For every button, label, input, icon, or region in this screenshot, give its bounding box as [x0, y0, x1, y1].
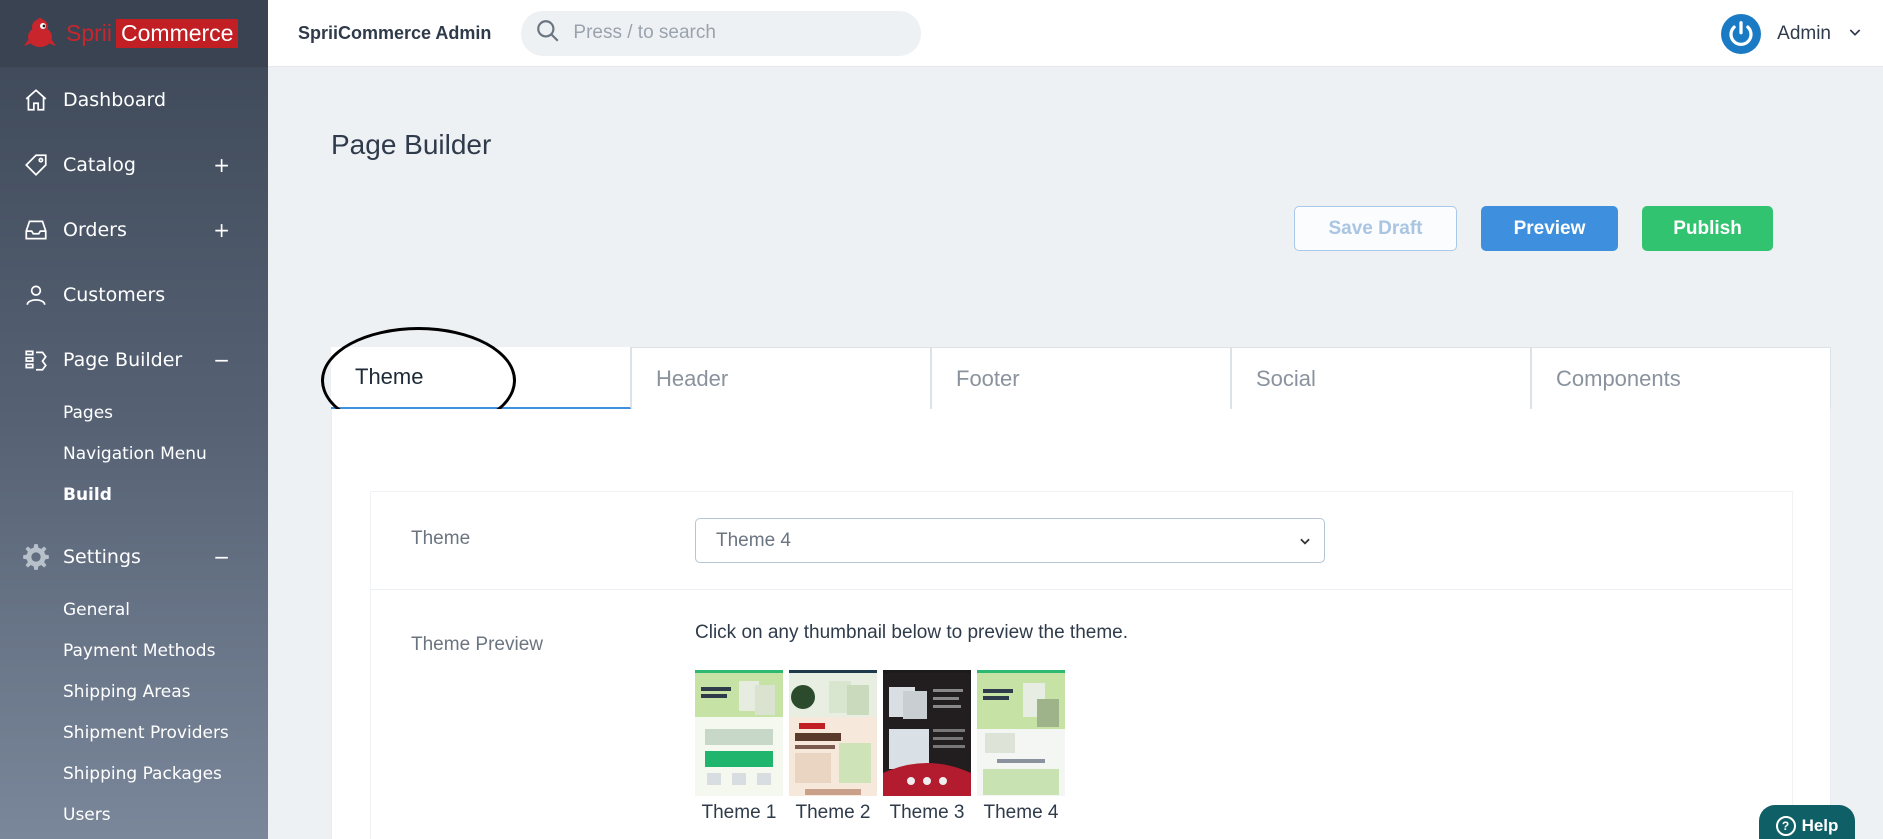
save-draft-button[interactable]: Save Draft — [1294, 206, 1457, 251]
theme-select-row: Theme Theme 4 — [371, 492, 1792, 590]
sidebar-subitem-shipping-areas[interactable]: Shipping Areas — [63, 671, 268, 712]
logo-text-commerce: Commerce — [116, 19, 239, 48]
theme-4-preview-image — [977, 670, 1065, 796]
theme-1-preview-image — [695, 670, 783, 796]
sidebar-subitem-users[interactable]: Users — [63, 794, 268, 835]
expand-plus-icon[interactable]: + — [213, 153, 230, 177]
sidebar-item-page-builder[interactable]: Page Builder − — [0, 327, 268, 392]
expand-plus-icon[interactable]: + — [213, 218, 230, 242]
theme-thumbnails: Theme 1 Theme 2 Theme 3 Theme 4 — [695, 670, 1065, 824]
tab-social[interactable]: Social — [1231, 347, 1531, 409]
inbox-icon — [22, 216, 50, 244]
chevron-down-icon — [1847, 24, 1863, 44]
theme-thumbnail-4[interactable]: Theme 4 — [977, 670, 1065, 824]
page-builder-icon — [22, 346, 50, 374]
collapse-minus-icon[interactable]: − — [213, 545, 230, 569]
sidebar-subitem-payment-methods[interactable]: Payment Methods — [63, 630, 268, 671]
main-content: Page Builder Save Draft Preview Publish … — [268, 67, 1883, 839]
sidebar-item-settings[interactable]: Settings − — [0, 525, 268, 589]
theme-preview-label: Theme Preview — [411, 634, 543, 655]
preview-button[interactable]: Preview — [1481, 206, 1618, 251]
sidebar-item-orders[interactable]: Orders + — [0, 197, 268, 262]
theme-3-preview-image — [883, 670, 971, 796]
help-label: Help — [1801, 816, 1839, 835]
logo-mascot-icon — [22, 16, 58, 52]
theme-thumbnail-1[interactable]: Theme 1 — [695, 670, 783, 824]
sidebar-subitem-build[interactable]: Build — [63, 474, 268, 515]
user-name: Admin — [1777, 22, 1831, 44]
home-icon — [22, 86, 50, 114]
settings-submenu: General Payment Methods Shipping Areas S… — [0, 589, 268, 835]
sidebar-item-label: Orders — [63, 218, 127, 241]
theme-select-value: Theme 4 — [716, 529, 791, 551]
tag-icon — [22, 151, 50, 179]
tab-theme[interactable]: Theme — [321, 327, 631, 434]
sidebar-item-label: Dashboard — [63, 88, 167, 111]
theme-label: Theme — [411, 528, 471, 549]
sidebar-item-label: Catalog — [63, 153, 136, 176]
theme-thumbnail-2[interactable]: Theme 2 — [789, 670, 877, 824]
sidebar-subitem-navigation-menu[interactable]: Navigation Menu — [63, 433, 268, 474]
user-icon — [22, 281, 50, 309]
theme-panel: Theme Theme 4 Theme Preview Click on any… — [331, 409, 1831, 839]
chevron-down-icon — [1298, 532, 1312, 554]
theme-thumbnail-3[interactable]: Theme 3 — [883, 670, 971, 824]
theme-2-preview-image — [789, 670, 877, 796]
sidebar-nav: Dashboard Catalog + Orders + Customers P… — [0, 67, 268, 392]
sidebar-item-dashboard[interactable]: Dashboard — [0, 67, 268, 132]
theme-preview-hint: Click on any thumbnail below to preview … — [695, 622, 1129, 643]
sidebar-subitem-pages[interactable]: Pages — [63, 392, 268, 433]
tab-footer[interactable]: Footer — [931, 347, 1231, 409]
search-icon — [535, 18, 561, 48]
theme-select[interactable]: Theme 4 — [695, 518, 1325, 563]
theme-thumbnail-caption: Theme 2 — [795, 802, 871, 823]
logo-text-sprii: Sprii — [66, 20, 113, 46]
page-builder-submenu: Pages Navigation Menu Build — [0, 392, 268, 515]
collapse-minus-icon[interactable]: − — [213, 348, 230, 372]
sidebar-subitem-general[interactable]: General — [63, 589, 268, 630]
power-avatar-icon — [1721, 13, 1762, 54]
gear-icon — [22, 543, 50, 571]
theme-thumbnail-caption: Theme 1 — [701, 802, 777, 823]
theme-thumbnail-caption: Theme 3 — [889, 802, 965, 823]
sidebar-subitem-shipment-providers[interactable]: Shipment Providers — [63, 712, 268, 753]
theme-settings-card: Theme Theme 4 Theme Preview Click on any… — [370, 491, 1793, 839]
theme-thumbnail-caption: Theme 4 — [983, 802, 1059, 823]
user-menu[interactable]: Admin — [1721, 0, 1863, 67]
tab-label: Theme — [355, 364, 424, 389]
topbar: SpriiCommerce Admin Admin — [268, 0, 1883, 67]
logo[interactable]: Sprii Commerce — [0, 0, 268, 67]
question-icon: ? — [1775, 816, 1796, 836]
search-box[interactable] — [521, 10, 922, 56]
sidebar-item-label: Settings — [63, 546, 141, 568]
publish-button[interactable]: Publish — [1642, 206, 1773, 251]
page-title: Page Builder — [331, 129, 492, 160]
tab-components[interactable]: Components — [1531, 347, 1831, 409]
sidebar-item-label: Page Builder — [63, 348, 183, 371]
search-input[interactable] — [573, 22, 894, 44]
app-title: SpriiCommerce Admin — [298, 22, 492, 43]
sidebar-item-catalog[interactable]: Catalog + — [0, 132, 268, 197]
action-bar: Save Draft Preview Publish — [1294, 206, 1773, 251]
sidebar-subitem-shipping-packages[interactable]: Shipping Packages — [63, 753, 268, 794]
sidebar-item-customers[interactable]: Customers — [0, 262, 268, 327]
sidebar-item-label: Customers — [63, 283, 166, 306]
sidebar: Sprii Commerce Dashboard Catalog + Order… — [0, 0, 268, 839]
help-button[interactable]: ? Help — [1759, 805, 1855, 839]
builder-tabs: Theme Header Footer Social Components — [321, 327, 1831, 434]
tab-header[interactable]: Header — [631, 347, 931, 409]
